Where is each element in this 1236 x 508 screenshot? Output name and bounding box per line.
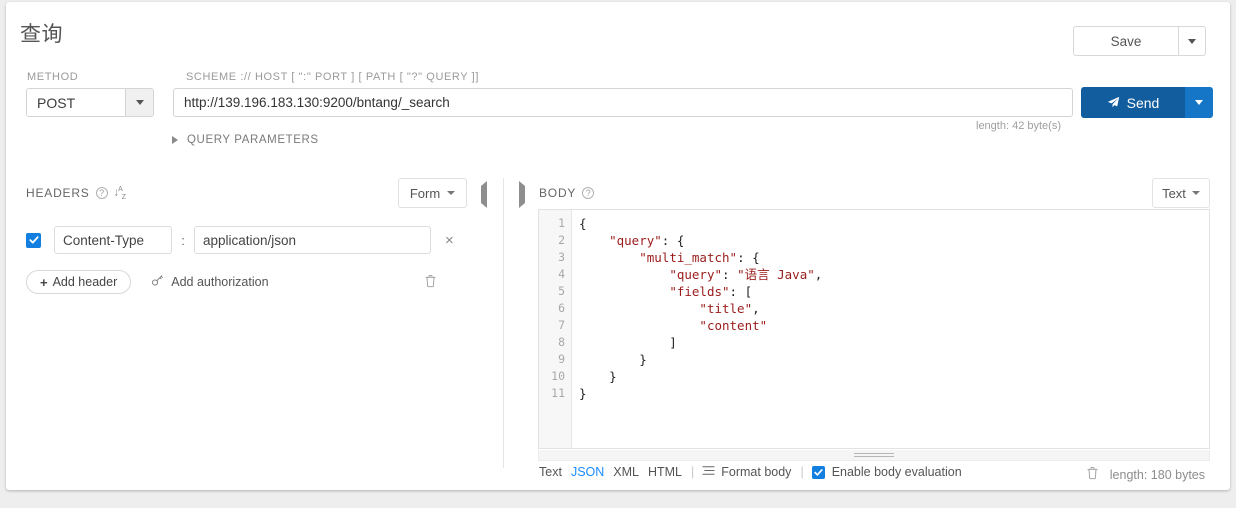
chevron-down-icon — [1191, 191, 1200, 195]
body-label: BODY — [539, 186, 577, 200]
page-title: 查询 — [20, 23, 63, 46]
format-option-xml[interactable]: XML — [613, 465, 639, 479]
send-button-label: Send — [1126, 94, 1160, 111]
line-number: 9 — [558, 352, 565, 366]
query-parameters-toggle[interactable]: QUERY PARAMETERS — [172, 134, 319, 146]
chevron-down-icon — [135, 100, 144, 105]
delete-body-icon[interactable] — [1086, 466, 1099, 483]
enable-body-evaluation-checkbox[interactable] — [811, 465, 825, 479]
body-length-group: length: 180 bytes — [1086, 466, 1205, 483]
sort-alpha-icon[interactable]: ↓AZ — [114, 186, 127, 201]
line-number: 2 — [558, 233, 565, 247]
headers-view-mode-select[interactable]: Form — [398, 178, 467, 208]
code-line: } — [579, 369, 617, 384]
format-body-label: Format body — [721, 465, 792, 479]
question-circle-icon[interactable]: ? — [95, 187, 108, 200]
header-colon-separator: : — [181, 232, 185, 248]
send-plane-icon — [1107, 96, 1120, 109]
chevron-down-icon — [447, 191, 456, 195]
body-editor[interactable]: 1 2 3 4 5 6 7 8 9 10 11 { "query": { "multi_match"… — [538, 209, 1210, 449]
header-enabled-checkbox[interactable] — [26, 232, 41, 248]
body-length-label: length: 180 bytes — [1109, 467, 1205, 482]
line-number: 10 — [551, 369, 565, 383]
key-icon — [151, 274, 164, 290]
headers-actions-row: + Add header Add authorization — [26, 270, 269, 294]
code-line: "content" — [699, 318, 768, 333]
panel-expand-right-button[interactable] — [519, 181, 525, 208]
line-number: 8 — [558, 335, 565, 349]
code-line: } — [579, 352, 647, 367]
plus-icon: + — [40, 274, 48, 290]
chevron-down-icon — [1195, 100, 1203, 105]
body-view-mode-label: Text — [1162, 185, 1186, 201]
format-option-text[interactable]: Text — [539, 465, 562, 479]
code-line: "multi_match": { — [639, 250, 760, 265]
method-dropdown-button[interactable] — [125, 89, 153, 116]
code-line: "query": { — [609, 233, 685, 248]
header-value-input[interactable] — [194, 226, 431, 254]
body-view-mode-select[interactable]: Text — [1152, 178, 1210, 208]
line-number: 1 — [558, 216, 565, 230]
scrollbar-grip — [854, 453, 894, 457]
add-header-button[interactable]: + Add header — [26, 270, 132, 294]
send-dropdown-button[interactable] — [1185, 87, 1213, 118]
toolbar-divider: | — [691, 465, 695, 479]
table-row: : × — [26, 226, 454, 254]
method-select[interactable]: POST — [26, 88, 154, 117]
send-button-group: Send — [1081, 87, 1213, 118]
format-option-json[interactable]: JSON — [571, 465, 604, 479]
enable-body-evaluation-label: Enable body evaluation — [831, 465, 962, 479]
line-number: 6 — [558, 301, 565, 315]
url-length-label: length: 42 byte(s) — [976, 120, 1061, 132]
url-label: SCHEME :// HOST [ ":" PORT ] [ PATH [ "?… — [186, 71, 479, 83]
url-input[interactable] — [173, 88, 1073, 117]
code-line: "fields": [ — [669, 284, 753, 299]
line-number: 7 — [558, 318, 565, 332]
triangle-left-icon — [481, 181, 487, 208]
send-button[interactable]: Send — [1081, 87, 1185, 118]
save-button[interactable]: Save — [1073, 26, 1178, 56]
headers-label: HEADERS — [26, 186, 90, 201]
enable-body-evaluation-toggle[interactable]: Enable body evaluation — [811, 465, 962, 479]
panel-collapse-left-button[interactable] — [481, 181, 487, 208]
body-code-content[interactable]: { "query": { "multi_match": { "query": "… — [573, 210, 822, 402]
chevron-right-icon — [172, 136, 178, 144]
remove-header-icon[interactable]: × — [445, 233, 454, 248]
line-number-gutter: 1 2 3 4 5 6 7 8 9 10 11 — [539, 210, 572, 448]
method-value: POST — [27, 89, 125, 116]
line-number: 4 — [558, 267, 565, 281]
line-number: 5 — [558, 284, 565, 298]
add-header-label: Add header — [52, 275, 118, 289]
question-circle-icon[interactable]: ? — [582, 187, 595, 199]
query-parameters-label: QUERY PARAMETERS — [187, 134, 319, 146]
header-key-input[interactable] — [54, 226, 172, 254]
toolbar-divider-2: | — [800, 465, 804, 479]
delete-headers-icon[interactable] — [424, 274, 437, 293]
chevron-down-icon — [1188, 38, 1196, 44]
body-toolbar: Text JSON XML HTML | Format body | Enabl… — [539, 465, 962, 479]
method-label: METHOD — [27, 71, 79, 83]
code-line: "query": "语言 Java", — [669, 267, 823, 282]
save-dropdown-button[interactable] — [1178, 26, 1206, 56]
panel-divider[interactable] — [503, 178, 504, 468]
code-line: "title", — [699, 301, 760, 316]
body-horizontal-scrollbar[interactable] — [538, 450, 1210, 461]
code-line: { — [579, 216, 587, 231]
code-line: ] — [579, 335, 677, 350]
line-number: 11 — [551, 386, 565, 400]
format-lines-icon — [702, 465, 715, 479]
headers-view-mode-label: Form — [409, 185, 441, 201]
code-line: } — [579, 386, 587, 401]
format-body-button[interactable]: Format body — [702, 465, 791, 479]
triangle-right-icon — [519, 181, 525, 208]
add-authorization-button[interactable]: Add authorization — [151, 274, 269, 290]
line-number: 3 — [558, 250, 565, 264]
save-button-group: Save — [1073, 26, 1206, 56]
format-option-html[interactable]: HTML — [648, 465, 682, 479]
body-section-header: BODY ? — [539, 186, 595, 200]
request-card: 查询 Save METHOD SCHEME :// HOST [ ":" POR… — [6, 2, 1230, 490]
add-authorization-label: Add authorization — [171, 275, 269, 289]
headers-section-header: HEADERS ? ↓AZ — [26, 186, 127, 201]
